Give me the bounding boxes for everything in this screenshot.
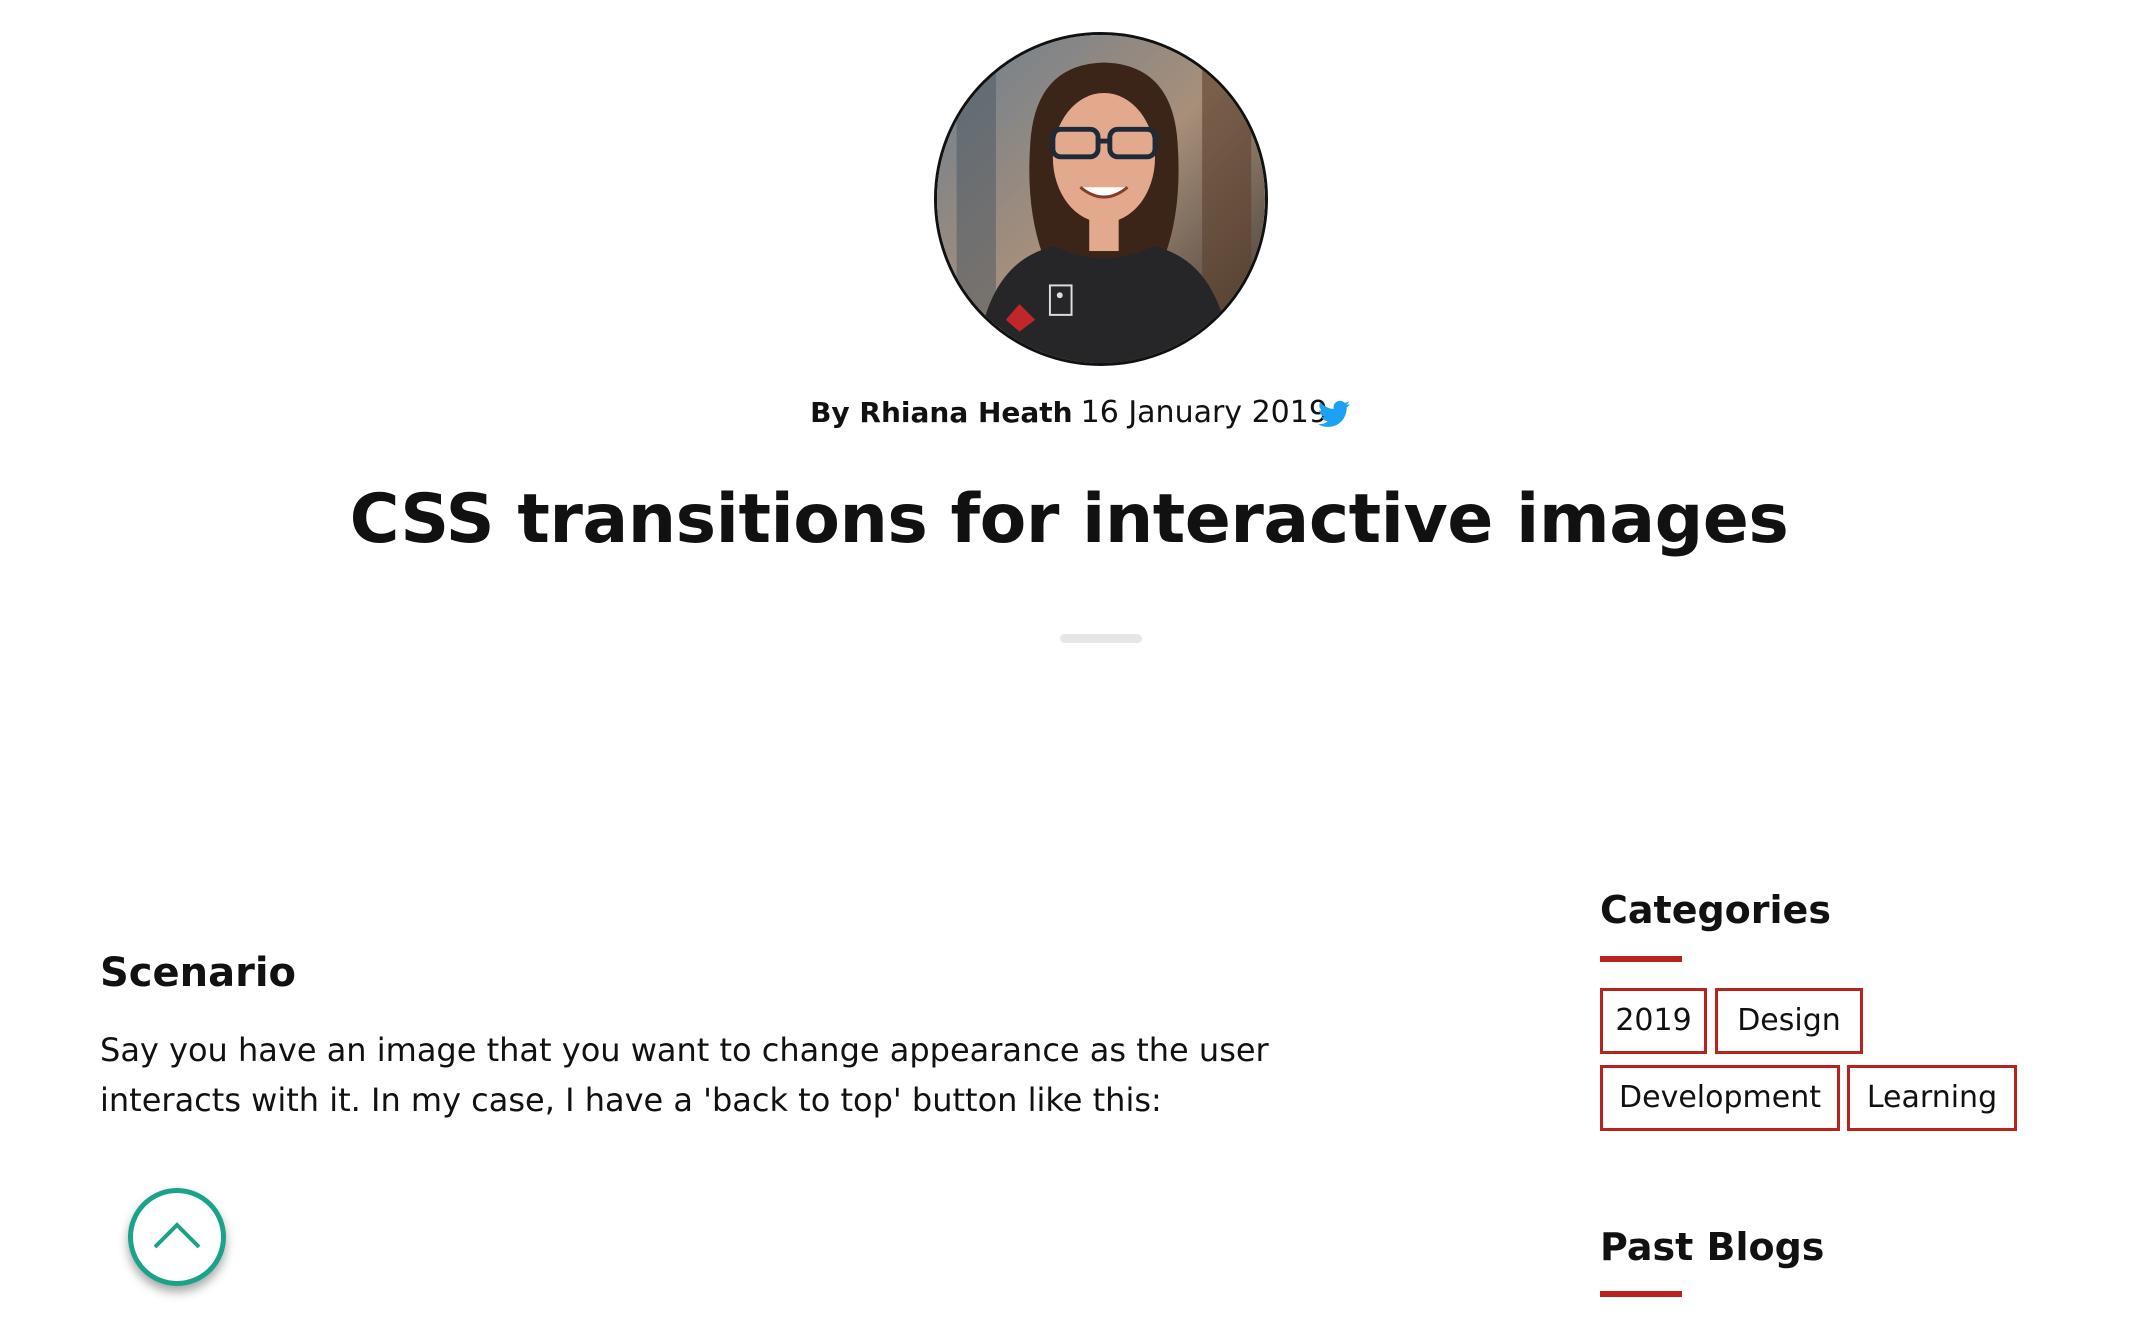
back-to-top-button[interactable] xyxy=(128,1188,226,1286)
post-byline: By Rhiana Heath 16 January 2019 xyxy=(0,395,2138,430)
blog-post-page: By Rhiana Heath 16 January 2019 CSS trans… xyxy=(0,0,2138,1322)
post-date: 16 January 2019 xyxy=(1080,395,1328,430)
author-name[interactable]: Rhiana Heath xyxy=(859,396,1072,429)
section-heading: Scenario xyxy=(100,950,297,996)
categories-heading: Categories xyxy=(1600,888,1831,932)
past-blogs-heading: Past Blogs xyxy=(1600,1225,1825,1269)
post-title: CSS transitions for interactive images xyxy=(349,480,1789,559)
title-divider xyxy=(1060,634,1142,643)
categories-underline xyxy=(1600,956,1682,962)
author-label: By Rhiana Heath xyxy=(810,396,1073,429)
past-blogs-underline xyxy=(1600,1291,1682,1297)
tag-learning[interactable]: Learning xyxy=(1847,1065,2017,1131)
author-avatar xyxy=(934,32,1268,366)
post-paragraph: Say you have an image that you want to c… xyxy=(100,1031,1269,1119)
chevron-up-icon xyxy=(153,1222,201,1249)
tag-2019[interactable]: 2019 xyxy=(1600,988,1707,1054)
twitter-icon[interactable] xyxy=(1318,400,1350,428)
tag-design[interactable]: Design xyxy=(1715,988,1863,1054)
tag-development[interactable]: Development xyxy=(1600,1065,1840,1131)
